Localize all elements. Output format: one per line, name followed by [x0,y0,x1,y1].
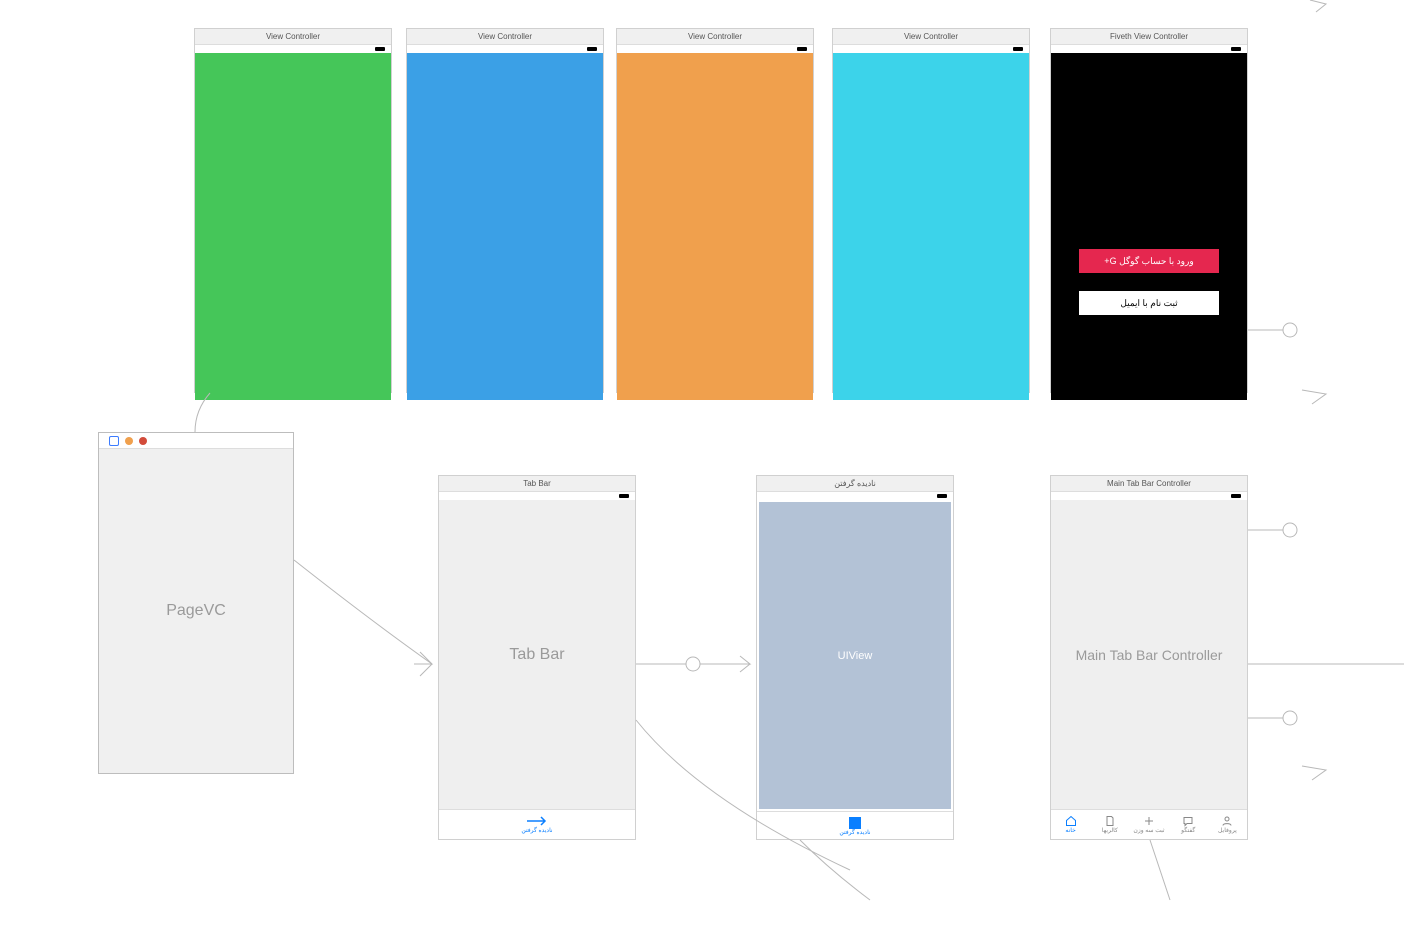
scene-body [833,53,1029,400]
page-vc-body: PageVC [99,449,293,773]
scene-page-vc[interactable]: PageVC [98,432,294,774]
battery-icon [937,494,947,498]
tab-label: پروفایل [1218,827,1237,834]
scene-main-tab-bar-controller[interactable]: Main Tab Bar Controller Main Tab Bar Con… [1050,475,1248,840]
selection-header [99,433,293,449]
scene-title: نادیده گرفتن [757,476,953,492]
document-icon [1104,815,1116,827]
battery-icon [1231,47,1241,51]
scene-body: Main Tab Bar Controller [1051,500,1247,809]
status-bar [617,45,813,53]
tab-bar: خانه کالریها ثبت سه وزن گفتگو پروفایل [1051,809,1247,839]
scene-unseen[interactable]: نادیده گرفتن UIView نادیده گرفتن [756,475,954,840]
email-signup-button[interactable]: ثبت نام با ایمیل [1079,291,1219,315]
tab-bar: نادیده گرفتن [439,809,635,839]
battery-icon [587,47,597,51]
tab-item-home[interactable]: خانه [1051,810,1090,839]
tab-item-profile[interactable]: پروفایل [1208,810,1247,839]
scene-body: Tab Bar [439,500,635,809]
scene-body [407,53,603,400]
scene-viewcontroller-2[interactable]: View Controller [406,28,604,393]
scene-body [617,53,813,400]
status-bar [195,45,391,53]
scene-viewcontroller-3[interactable]: View Controller [616,28,814,393]
google-login-button[interactable]: ورود با حساب گوگل G+ [1079,249,1219,273]
tab-label: کالریها [1102,827,1118,834]
chat-icon [1182,815,1194,827]
battery-icon [797,47,807,51]
status-bar [1051,492,1247,500]
scene-title: Fiveth View Controller [1051,29,1247,45]
first-responder-icon[interactable] [125,437,133,445]
scene-fiveth-viewcontroller[interactable]: Fiveth View Controller ورود با حساب گوگل… [1050,28,1248,393]
scene-viewcontroller-1[interactable]: View Controller [194,28,392,393]
scene-tab-bar[interactable]: Tab Bar Tab Bar نادیده گرفتن [438,475,636,840]
battery-icon [375,47,385,51]
battery-icon [1231,494,1241,498]
tab-item-chat[interactable]: گفتگو [1169,810,1208,839]
scene-viewcontroller-4[interactable]: View Controller [832,28,1030,393]
arrow-right-icon [525,815,549,827]
tab-item-add[interactable]: ثبت سه وزن [1129,810,1168,839]
scene-title: Tab Bar [439,476,635,492]
status-bar [757,492,953,500]
home-icon [1065,815,1077,827]
profile-icon [1221,815,1233,827]
tab-item-label[interactable]: نادیده گرفتن [521,827,552,834]
status-bar [833,45,1029,53]
tab-label: خانه [1065,827,1075,834]
battery-icon [619,494,629,498]
status-bar [439,492,635,500]
tab-bar: نادیده گرفتن [757,811,953,841]
scene-body [195,53,391,400]
square-icon [849,817,861,829]
tab-item-calories[interactable]: کالریها [1090,810,1129,839]
plus-icon [1143,815,1155,827]
scene-title: View Controller [195,29,391,45]
uiview: UIView [759,502,951,809]
battery-icon [1013,47,1023,51]
tab-item-label[interactable]: نادیده گرفتن [839,829,870,836]
status-bar [407,45,603,53]
status-bar [1051,45,1247,53]
tab-label: گفتگو [1181,827,1195,834]
scene-title: View Controller [833,29,1029,45]
scene-title: Main Tab Bar Controller [1051,476,1247,492]
scene-title: View Controller [407,29,603,45]
scene-body: ورود با حساب گوگل G+ ثبت نام با ایمیل [1051,53,1247,400]
scene-title: View Controller [617,29,813,45]
tab-label: ثبت سه وزن [1133,827,1164,834]
vc-selected-icon[interactable] [109,436,119,446]
exit-icon[interactable] [139,437,147,445]
